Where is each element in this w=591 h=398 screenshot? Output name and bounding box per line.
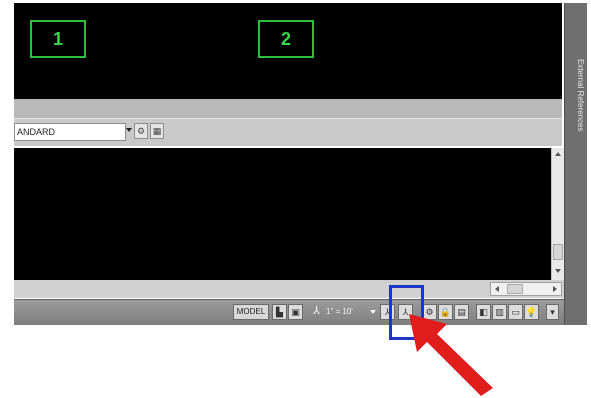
scroll-down-icon[interactable] xyxy=(555,269,561,273)
menu-icon[interactable]: ▾ xyxy=(546,304,559,320)
scroll-left-icon[interactable] xyxy=(495,286,499,292)
scroll-up-icon[interactable] xyxy=(555,152,561,156)
annotation-scale-icon[interactable]: ⅄ xyxy=(309,304,324,320)
style-dropdown[interactable]: ANDARD xyxy=(14,123,126,141)
layout-1-icon[interactable]: ▙ xyxy=(272,304,287,320)
scroll-thumb[interactable] xyxy=(553,244,563,260)
scroll-right-icon[interactable] xyxy=(553,286,557,292)
settings-icon[interactable]: ⚙ xyxy=(134,123,148,139)
horizontal-scroll-row xyxy=(14,280,564,298)
chevron-down-icon[interactable] xyxy=(370,310,376,314)
style-manager-icon[interactable]: ▦ xyxy=(150,123,164,139)
panel-title: External References xyxy=(576,59,585,132)
separator xyxy=(14,99,562,118)
chevron-down-icon[interactable] xyxy=(126,128,132,132)
scroll-thumb[interactable] xyxy=(507,284,523,294)
vertical-scrollbar[interactable] xyxy=(551,148,564,280)
lightbulb-icon[interactable]: 💡 xyxy=(524,304,539,320)
pointer-arrow-icon xyxy=(409,314,493,396)
folder-icon[interactable]: ▭ xyxy=(508,304,523,320)
style-toolbar: ANDARD ⚙ ▦ xyxy=(14,118,562,146)
annotation-scale-value[interactable]: 1" = 10' xyxy=(326,304,353,320)
viewport-label-1[interactable]: 1 xyxy=(30,20,86,58)
command-window[interactable] xyxy=(14,148,551,280)
external-references-panel[interactable]: External References xyxy=(564,3,587,325)
viewport-label-2[interactable]: 2 xyxy=(258,20,314,58)
model-button[interactable]: MODEL xyxy=(233,304,269,320)
layout-2-icon[interactable]: ▣ xyxy=(288,304,303,320)
horizontal-scrollbar[interactable] xyxy=(490,282,562,296)
drawing-viewport[interactable]: 1 2 xyxy=(14,3,562,99)
